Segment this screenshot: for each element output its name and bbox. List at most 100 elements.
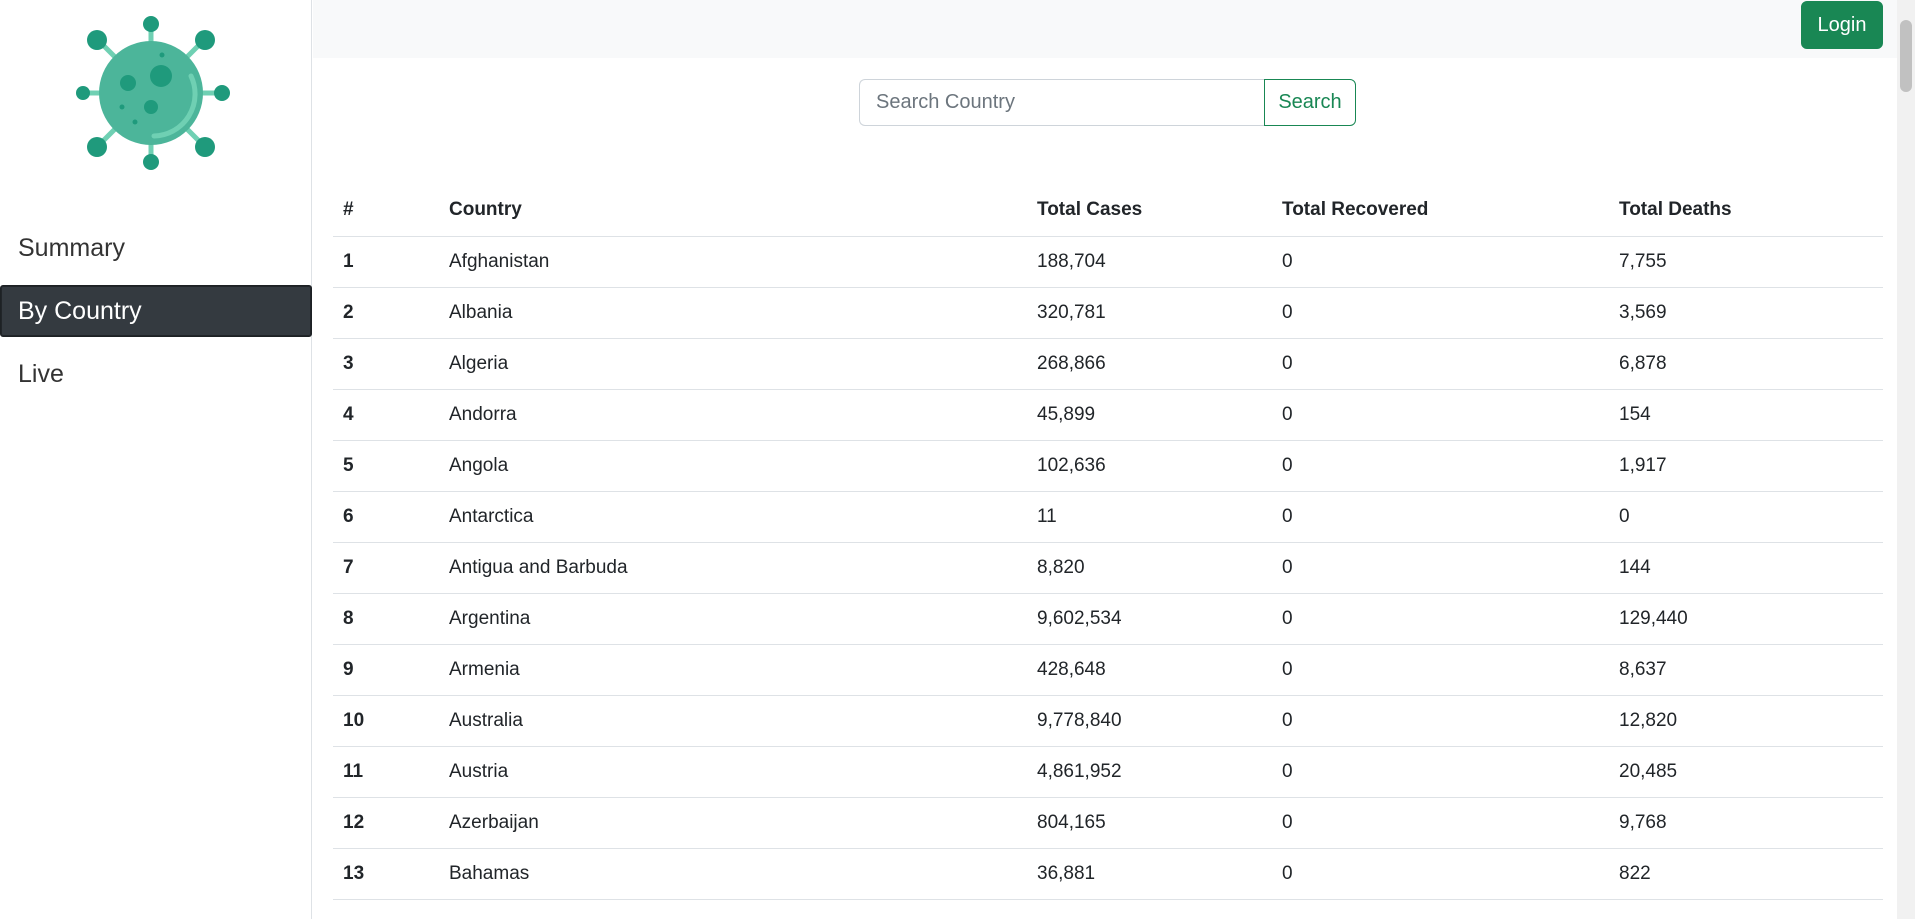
cell-total-deaths: 1,917	[1609, 440, 1883, 492]
sidebar-item-by-country[interactable]: By Country	[0, 285, 312, 337]
cell-index: 13	[333, 848, 439, 900]
cell-country: Bahamas	[439, 848, 1027, 900]
cell-index: 5	[333, 440, 439, 492]
header-country: Country	[439, 185, 1027, 237]
cell-total-deaths: 144	[1609, 542, 1883, 594]
cell-total-deaths: 8,637	[1609, 644, 1883, 696]
cell-index: 11	[333, 746, 439, 798]
cell-total-cases: 9,778,840	[1027, 695, 1272, 747]
cell-total-recovered: 0	[1272, 542, 1609, 594]
cell-total-recovered: 0	[1272, 746, 1609, 798]
login-button[interactable]: Login	[1801, 1, 1883, 49]
cell-total-deaths: 3,569	[1609, 287, 1883, 339]
cell-total-cases: 4,861,952	[1027, 746, 1272, 798]
cell-country: Antarctica	[439, 491, 1027, 543]
cell-country: Australia	[439, 695, 1027, 747]
cell-country: Antigua and Barbuda	[439, 542, 1027, 594]
cell-total-recovered: 0	[1272, 848, 1609, 900]
search-button[interactable]: Search	[1264, 79, 1356, 126]
cell-total-recovered: 0	[1272, 287, 1609, 339]
table-row: 2 Albania 320,781 0 3,569	[333, 287, 1883, 339]
top-bar: Login	[313, 0, 1897, 58]
cell-total-recovered: 0	[1272, 389, 1609, 441]
cell-total-cases: 36,881	[1027, 848, 1272, 900]
cell-country: Angola	[439, 440, 1027, 492]
cell-country: Albania	[439, 287, 1027, 339]
cell-index: 10	[333, 695, 439, 747]
header-total-cases: Total Cases	[1027, 185, 1272, 237]
cell-total-cases: 45,899	[1027, 389, 1272, 441]
cell-total-deaths: 129,440	[1609, 593, 1883, 645]
cell-total-recovered: 0	[1272, 440, 1609, 492]
cell-index: 6	[333, 491, 439, 543]
app-root: Summary By Country Live Login Search # C…	[0, 0, 1915, 919]
sidebar-item-summary[interactable]: Summary	[0, 222, 312, 274]
country-table-container: # Country Total Cases Total Recovered To…	[333, 185, 1883, 900]
search-group: Search	[859, 79, 1356, 126]
table-row: 10 Australia 9,778,840 0 12,820	[333, 695, 1883, 747]
cell-country: Algeria	[439, 338, 1027, 390]
cell-country: Argentina	[439, 593, 1027, 645]
table-row: 11 Austria 4,861,952 0 20,485	[333, 746, 1883, 798]
cell-index: 12	[333, 797, 439, 849]
header-total-recovered: Total Recovered	[1272, 185, 1609, 237]
cell-total-cases: 268,866	[1027, 338, 1272, 390]
table-row: 7 Antigua and Barbuda 8,820 0 144	[333, 542, 1883, 594]
sidebar: Summary By Country Live	[0, 0, 312, 919]
cell-total-cases: 428,648	[1027, 644, 1272, 696]
cell-total-cases: 188,704	[1027, 236, 1272, 288]
cell-country: Afghanistan	[439, 236, 1027, 288]
scrollbar-thumb[interactable]	[1900, 20, 1912, 92]
page-scrollbar[interactable]	[1897, 0, 1915, 919]
table-body: 1 Afghanistan 188,704 0 7,755 2 Albania 320,781…	[333, 236, 1883, 900]
cell-country: Austria	[439, 746, 1027, 798]
cell-index: 2	[333, 287, 439, 339]
cell-total-cases: 8,820	[1027, 542, 1272, 594]
table-row: 13 Bahamas 36,881 0 822	[333, 848, 1883, 900]
header-total-deaths: Total Deaths	[1609, 185, 1883, 237]
cell-total-recovered: 0	[1272, 695, 1609, 747]
cell-total-deaths: 12,820	[1609, 695, 1883, 747]
sidebar-nav: Summary By Country Live	[0, 222, 312, 411]
table-row: 8 Argentina 9,602,534 0 129,440	[333, 593, 1883, 645]
cell-country: Azerbaijan	[439, 797, 1027, 849]
cell-total-deaths: 6,878	[1609, 338, 1883, 390]
table-row: 9 Armenia 428,648 0 8,637	[333, 644, 1883, 696]
table-row: 1 Afghanistan 188,704 0 7,755	[333, 236, 1883, 288]
cell-total-deaths: 154	[1609, 389, 1883, 441]
cell-index: 4	[333, 389, 439, 441]
cell-total-recovered: 0	[1272, 338, 1609, 390]
sidebar-item-live[interactable]: Live	[0, 348, 312, 400]
virus-icon[interactable]	[74, 14, 234, 174]
cell-index: 8	[333, 593, 439, 645]
cell-total-cases: 804,165	[1027, 797, 1272, 849]
cell-total-cases: 9,602,534	[1027, 593, 1272, 645]
cell-index: 9	[333, 644, 439, 696]
cell-total-recovered: 0	[1272, 236, 1609, 288]
table-row: 4 Andorra 45,899 0 154	[333, 389, 1883, 441]
table-row: 6 Antarctica 11 0 0	[333, 491, 1883, 543]
country-table: # Country Total Cases Total Recovered To…	[333, 185, 1883, 900]
cell-total-deaths: 822	[1609, 848, 1883, 900]
cell-total-deaths: 20,485	[1609, 746, 1883, 798]
cell-country: Andorra	[439, 389, 1027, 441]
cell-total-recovered: 0	[1272, 593, 1609, 645]
table-row: 5 Angola 102,636 0 1,917	[333, 440, 1883, 492]
cell-total-cases: 320,781	[1027, 287, 1272, 339]
header-index: #	[333, 185, 439, 237]
cell-index: 7	[333, 542, 439, 594]
search-input[interactable]	[859, 79, 1264, 126]
cell-total-deaths: 0	[1609, 491, 1883, 543]
cell-total-deaths: 7,755	[1609, 236, 1883, 288]
table-row: 3 Algeria 268,866 0 6,878	[333, 338, 1883, 390]
cell-index: 1	[333, 236, 439, 288]
cell-total-recovered: 0	[1272, 491, 1609, 543]
cell-total-deaths: 9,768	[1609, 797, 1883, 849]
table-row: 12 Azerbaijan 804,165 0 9,768	[333, 797, 1883, 849]
table-header-row: # Country Total Cases Total Recovered To…	[333, 185, 1883, 237]
cell-total-recovered: 0	[1272, 797, 1609, 849]
cell-index: 3	[333, 338, 439, 390]
cell-total-cases: 11	[1027, 491, 1272, 543]
cell-total-recovered: 0	[1272, 644, 1609, 696]
cell-total-cases: 102,636	[1027, 440, 1272, 492]
